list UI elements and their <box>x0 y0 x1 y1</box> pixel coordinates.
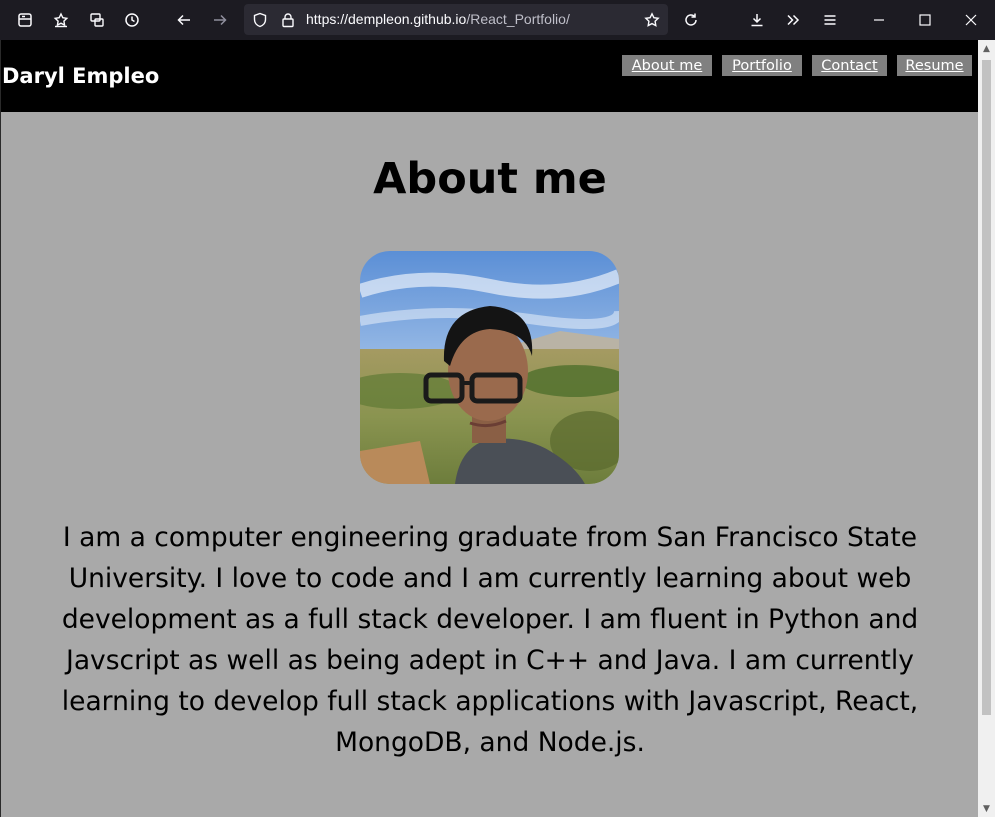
close-icon[interactable] <box>959 8 983 32</box>
nav-resume[interactable]: Resume <box>897 55 972 76</box>
history-icon[interactable] <box>120 8 144 32</box>
minimize-icon[interactable] <box>867 8 891 32</box>
profile-photo <box>360 251 619 484</box>
nav-portfolio[interactable]: Portfolio <box>722 55 802 76</box>
bookmarks-icon[interactable] <box>49 8 73 32</box>
sidebar-icon[interactable] <box>13 8 37 32</box>
page-viewport: Daryl Empleo About me Portfolio Contact … <box>0 40 978 817</box>
brand-name: Daryl Empleo <box>2 64 160 88</box>
reload-icon[interactable] <box>679 8 703 32</box>
nav-contact[interactable]: Contact <box>812 55 887 76</box>
download-icon[interactable] <box>745 8 769 32</box>
page-scrollbar[interactable]: ▲ ▼ <box>978 40 995 817</box>
site-header: Daryl Empleo About me Portfolio Contact … <box>1 40 978 112</box>
browser-toolbar: https://dempleon.github.io/React_Portfol… <box>0 0 995 40</box>
about-bio: I am a computer engineering graduate fro… <box>61 522 919 758</box>
url-host: https://dempleon.github.io <box>306 11 467 27</box>
star-icon[interactable] <box>640 8 664 32</box>
scroll-thumb[interactable] <box>982 60 991 715</box>
synced-tabs-icon[interactable] <box>85 8 109 32</box>
maximize-icon[interactable] <box>913 8 937 32</box>
scroll-up-icon[interactable]: ▲ <box>978 40 995 57</box>
url-text[interactable]: https://dempleon.github.io/React_Portfol… <box>306 11 570 27</box>
shield-icon[interactable] <box>248 8 272 32</box>
page-title: About me <box>373 154 607 204</box>
url-path: /React_Portfolio/ <box>466 11 570 27</box>
back-icon[interactable] <box>172 8 196 32</box>
nav-about-me[interactable]: About me <box>622 55 712 76</box>
overflow-icon[interactable] <box>781 8 805 32</box>
url-bar[interactable]: https://dempleon.github.io/React_Portfol… <box>244 4 668 35</box>
menu-icon[interactable] <box>818 8 842 32</box>
lock-icon[interactable] <box>276 8 300 32</box>
scroll-down-icon[interactable]: ▼ <box>978 800 995 817</box>
forward-icon[interactable] <box>208 8 232 32</box>
